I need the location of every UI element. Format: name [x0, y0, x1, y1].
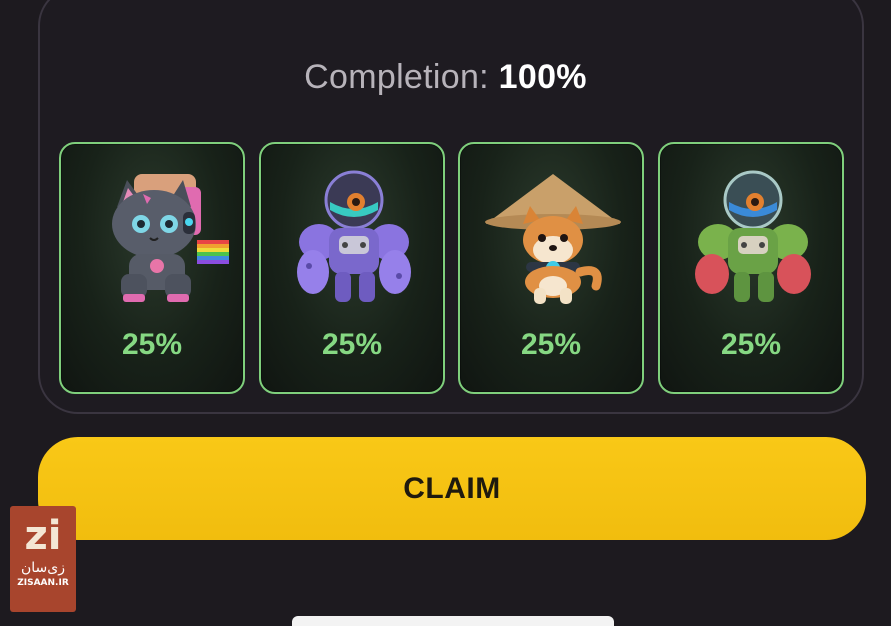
watermark-persian-text: زی‌سان [21, 560, 65, 576]
completion-value: 100% [498, 58, 587, 96]
claim-button[interactable]: CLAIM [38, 437, 866, 540]
bottom-sheet-handle [292, 616, 614, 626]
card-percent: 25% [121, 328, 183, 361]
green-robot-image [695, 170, 811, 302]
cyber-cat-image [112, 174, 229, 302]
card-percent: 25% [520, 328, 582, 361]
shiba-dog-image [485, 174, 621, 304]
reward-card-cat[interactable]: 25% [59, 142, 245, 394]
completion-label: Completion: [304, 58, 489, 96]
watermark-mark: zi [24, 513, 62, 559]
card-percent: 25% [321, 328, 383, 361]
completion-status: Completion: 100% [0, 58, 891, 97]
reward-card-purple-robot[interactable]: 25% [259, 142, 445, 394]
watermark-logo: zi زی‌سان ZISAAN.IR [10, 506, 76, 612]
reward-card-shiba-dog[interactable]: 25% [458, 142, 644, 394]
watermark-site: ZISAAN.IR [17, 578, 69, 588]
purple-robot-image [297, 170, 411, 302]
card-percent: 25% [720, 328, 782, 361]
reward-card-green-robot[interactable]: 25% [658, 142, 844, 394]
